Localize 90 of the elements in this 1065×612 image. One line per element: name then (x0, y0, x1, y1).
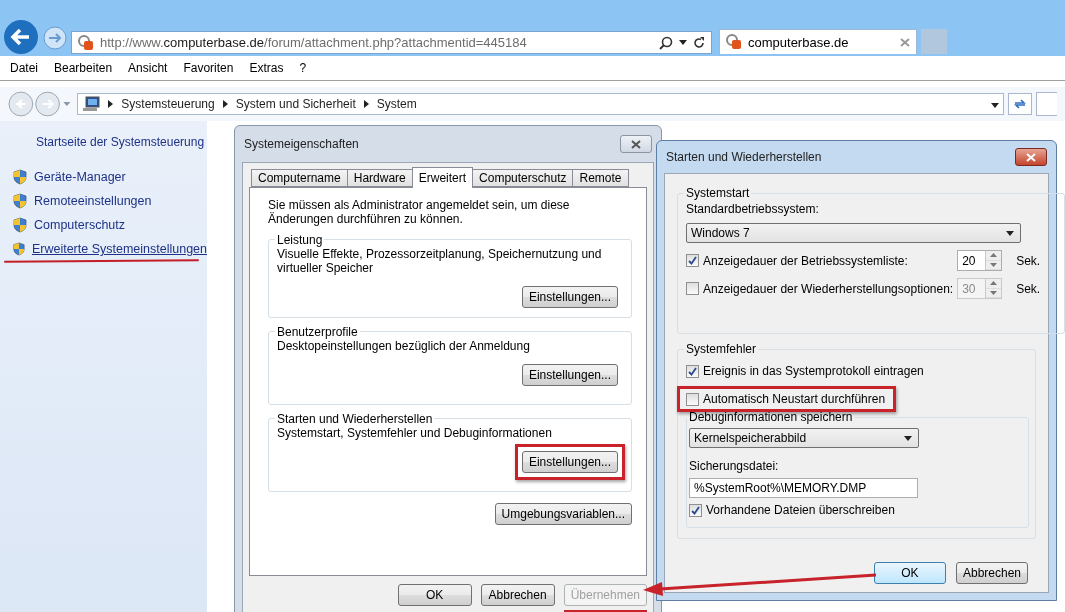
tab-title: computerbase.de (748, 34, 850, 50)
back-button[interactable] (3, 19, 39, 55)
dropdown-arrow-icon (679, 40, 687, 45)
refresh-icon[interactable] (693, 36, 705, 49)
group-description: Systemstart, Systemfehler und Debuginformationen (277, 425, 553, 440)
down-arrow-icon (990, 290, 998, 295)
shield-icon (12, 169, 28, 185)
tab[interactable]: Hardware (346, 168, 413, 187)
group-description: Desktopeinstellungen bezüglich der Anmeldung (277, 338, 531, 353)
dialog-button[interactable]: OK (397, 584, 472, 606)
checkbox-label: Automatisch Neustart durchführen (703, 392, 886, 406)
close-button[interactable] (620, 135, 652, 153)
shield-icon (12, 241, 26, 257)
menu-item[interactable]: Datei (10, 61, 38, 75)
window-title: Systemeigenschaften (244, 137, 359, 151)
sidebar-link[interactable]: Startseite der Systemsteuerung (36, 135, 207, 149)
unit-label: Sek. (1015, 253, 1042, 268)
checkbox-label: Anzeigedauer der Betriebssystemliste: (703, 253, 908, 268)
group-title: Systemfehler (685, 342, 758, 356)
address-bar[interactable]: Systemsteuerung System und Sicherheit System (77, 93, 1005, 115)
sidebar-link[interactable]: Computerschutz (34, 218, 125, 232)
menu-item[interactable]: Extras (249, 61, 284, 75)
shield-icon (12, 193, 28, 209)
group-title: Starten und Wiederherstellen (276, 411, 434, 426)
dropdown-arrow-icon (991, 103, 1000, 108)
site-icon (78, 34, 94, 51)
dialog-button[interactable]: Abbrechen (480, 584, 555, 606)
sidebar-link[interactable]: Erweiterte Systemeinstellungen (31, 242, 207, 256)
refresh-button[interactable] (1008, 93, 1033, 115)
up-arrow-icon (990, 253, 998, 258)
sidebar-link[interactable]: Geräte-Manager (34, 170, 126, 184)
checkbox[interactable] (686, 392, 699, 406)
close-icon (1026, 152, 1036, 162)
breadcrumb-arrow-icon (222, 100, 228, 108)
url-text: http://www.computerbase.de/forum/attachment.php?attachmentid=445184 (100, 35, 528, 50)
settings-button[interactable]: Einstellungen... (521, 450, 618, 473)
checkbox[interactable] (686, 254, 699, 267)
number-spinner[interactable]: 20 (957, 250, 1003, 271)
tab[interactable]: Computername (251, 168, 348, 187)
tab[interactable]: Remote (572, 168, 629, 187)
breadcrumb-item[interactable]: System und Sicherheit (235, 97, 356, 111)
group-title: Benutzerprofile (276, 324, 359, 339)
search-field[interactable] (1036, 92, 1057, 116)
breadcrumb-item[interactable]: System (376, 97, 417, 111)
checkbox-label: Vorhandene Dateien überschreiben (706, 503, 895, 517)
checkbox-label: Anzeigedauer der Wiederherstellungsoptionen: (703, 281, 954, 296)
down-arrow-icon (990, 262, 998, 267)
dump-type-select[interactable]: Kernelspeicherabbild (689, 428, 919, 448)
shield-icon (12, 217, 28, 233)
close-icon (631, 139, 641, 149)
breadcrumb-item[interactable]: Systemsteuerung (121, 97, 215, 111)
environment-variables-button[interactable]: Umgebungsvariablen... (494, 502, 632, 525)
field-label: Sicherungsdatei: (689, 459, 780, 473)
menu-item[interactable]: Favoriten (183, 61, 234, 75)
menu-item[interactable]: ? (299, 61, 307, 75)
breadcrumb-arrow-icon (108, 100, 114, 108)
group-title: Leistung (276, 232, 324, 247)
field-label: Standardbetriebssystem: (686, 202, 820, 216)
search-icon[interactable] (659, 35, 673, 50)
computer-icon (82, 96, 101, 112)
dropdown-arrow-icon (904, 435, 912, 441)
menu-item[interactable]: Ansicht (128, 61, 168, 75)
menu-item[interactable]: Bearbeiten (54, 61, 113, 75)
checkbox-label: Ereignis in das Systemprotokoll eintragen (703, 364, 924, 378)
group-description: Visuelle Effekte, Prozessorzeitplanung, Speichernutzung und virtueller Speicher (277, 246, 603, 275)
dialog-button[interactable]: Abbrechen (955, 562, 1028, 584)
tab[interactable]: Erweitert (411, 166, 474, 188)
notice-text: Sie müssen als Administrator angemeldet sein, um diese Änderungen durchführen zu können. (268, 197, 571, 226)
site-icon (726, 34, 742, 50)
address-field[interactable]: http://www.computerbase.de/forum/attachment.php?attachmentid=445184 (71, 31, 712, 54)
settings-button[interactable]: Einstellungen... (521, 363, 618, 386)
window-title: Starten und Wiederherstellen (666, 150, 822, 164)
tab[interactable]: Computerschutz (472, 168, 574, 187)
checkbox[interactable] (686, 364, 699, 378)
browser-tab[interactable]: computerbase.de (719, 29, 917, 54)
close-button[interactable] (1015, 148, 1047, 166)
file-path-field[interactable]: %SystemRoot%\MEMORY.DMP (689, 478, 918, 498)
dropdown-arrow-icon (1006, 230, 1014, 236)
sidebar-link[interactable]: Remoteeinstellungen (34, 194, 152, 208)
checkbox[interactable] (689, 503, 702, 517)
os-select[interactable]: Windows 7 (686, 223, 1021, 243)
unit-label: Sek. (1015, 281, 1042, 296)
settings-button[interactable]: Einstellungen... (521, 285, 618, 308)
refresh-icon (1013, 98, 1028, 110)
group-title: Debuginformationen speichern (688, 410, 854, 424)
group-title: Systemstart (685, 186, 751, 200)
breadcrumb-arrow-icon (363, 100, 369, 108)
close-icon (900, 37, 910, 47)
up-arrow-icon (990, 281, 998, 286)
dialog-button[interactable]: OK (873, 562, 946, 584)
